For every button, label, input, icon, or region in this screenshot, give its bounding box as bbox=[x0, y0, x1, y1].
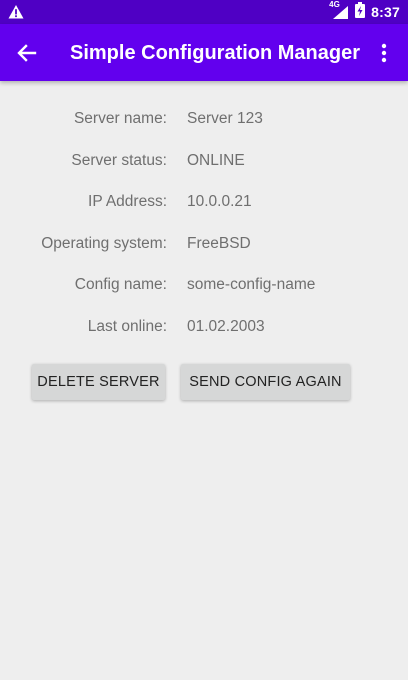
send-config-again-button[interactable]: SEND CONFIG AGAIN bbox=[181, 364, 350, 400]
detail-row-ip-address: IP Address: 10.0.0.21 bbox=[0, 193, 408, 235]
detail-value: 10.0.0.21 bbox=[187, 193, 252, 210]
page-title: Simple Configuration Manager bbox=[70, 42, 361, 64]
detail-label: Server status: bbox=[71, 151, 167, 169]
delete-server-button[interactable]: DELETE SERVER bbox=[32, 364, 165, 400]
signal-icon: 4G bbox=[329, 0, 349, 20]
detail-value: FreeBSD bbox=[187, 234, 251, 252]
detail-label: Server name: bbox=[73, 110, 167, 127]
detail-value: 01.02.2003 bbox=[187, 317, 265, 335]
detail-row-config-name: Config name: some-config-name bbox=[0, 276, 408, 318]
warning-icon bbox=[8, 4, 24, 20]
detail-row-server-name: Server name: Server 123 bbox=[0, 110, 408, 152]
detail-row-last-online: Last online: 01.02.2003 bbox=[0, 318, 408, 360]
arrow-back-icon[interactable] bbox=[14, 40, 40, 66]
detail-value: some-config-name bbox=[187, 276, 316, 293]
detail-label: Config name: bbox=[74, 276, 167, 293]
status-bar: 4G 8:37 bbox=[0, 0, 408, 24]
battery-icon bbox=[355, 1, 366, 23]
detail-label: Last online: bbox=[87, 317, 167, 335]
detail-value: ONLINE bbox=[187, 151, 245, 169]
more-vert-icon[interactable] bbox=[374, 40, 394, 66]
detail-label: IP Address: bbox=[88, 193, 167, 210]
clock: 8:37 bbox=[371, 4, 400, 20]
server-details: Server name: Server 123 Server status: O… bbox=[0, 110, 408, 359]
detail-label: Operating system: bbox=[41, 234, 167, 252]
app-bar: Simple Configuration Manager bbox=[0, 24, 408, 81]
status-icons: 4G 8:37 bbox=[329, 0, 400, 24]
detail-value: Server 123 bbox=[187, 110, 263, 127]
detail-row-operating-system: Operating system: FreeBSD bbox=[0, 235, 408, 277]
detail-row-server-status: Server status: ONLINE bbox=[0, 152, 408, 194]
